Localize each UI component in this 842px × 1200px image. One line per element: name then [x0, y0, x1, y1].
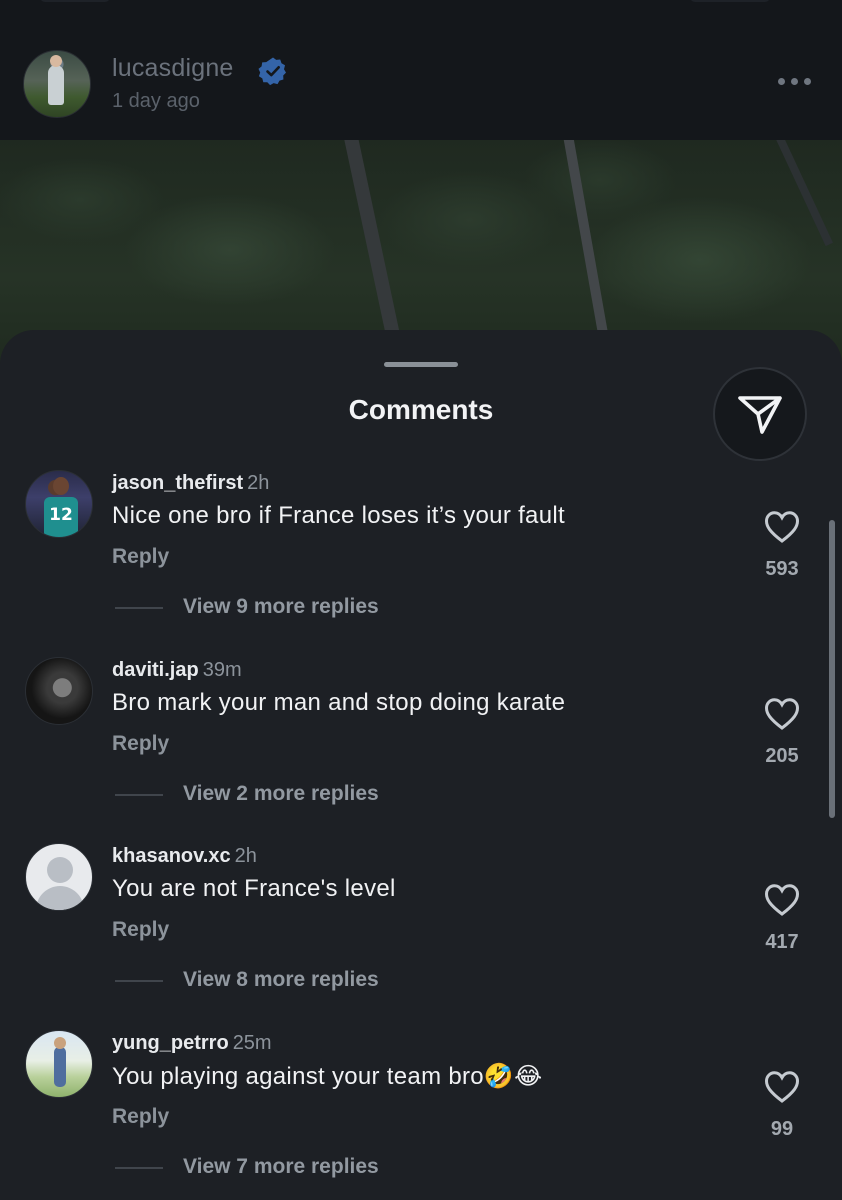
- commenter-avatar[interactable]: [25, 1030, 93, 1098]
- heart-icon[interactable]: [764, 697, 800, 731]
- post-author-avatar[interactable]: [23, 50, 91, 118]
- comment-text: Nice one bro if France loses it’s your f…: [112, 502, 565, 529]
- replies-divider: [115, 980, 163, 982]
- heart-icon[interactable]: [764, 1070, 800, 1104]
- commenter-username[interactable]: jason_thefirst 2h: [112, 472, 269, 495]
- default-avatar-body: [36, 886, 84, 910]
- reply-button[interactable]: Reply: [112, 918, 169, 942]
- replies-divider: [115, 794, 163, 796]
- avatar-jersey: 12: [44, 497, 78, 537]
- heart-icon[interactable]: [764, 510, 800, 544]
- comment-timestamp: 2h: [234, 845, 257, 867]
- verified-badge-icon: [258, 57, 286, 86]
- comment-item: yung_petrro 25m You playing against your …: [0, 1030, 842, 1200]
- commenter-username[interactable]: khasanov.xc 2h: [112, 845, 257, 868]
- view-replies-button[interactable]: View 9 more replies: [183, 595, 379, 619]
- commenter-avatar[interactable]: [25, 843, 93, 911]
- comment-text: You are not France's level: [112, 875, 396, 902]
- view-replies-button[interactable]: View 7 more replies: [183, 1155, 379, 1179]
- view-replies-button[interactable]: View 2 more replies: [183, 782, 379, 806]
- comment-item: 12 jason_thefirst 2h Nice one bro if Fran…: [0, 470, 842, 656]
- reply-button[interactable]: Reply: [112, 1105, 169, 1129]
- like-count: 205: [765, 745, 799, 767]
- more-options-icon[interactable]: [776, 76, 812, 88]
- heart-icon[interactable]: [764, 883, 800, 917]
- sheet-drag-handle[interactable]: [384, 362, 458, 367]
- commenter-username-text: jason_thefirst: [112, 472, 244, 494]
- like-count: 99: [770, 1118, 794, 1140]
- like-count: 417: [765, 931, 799, 953]
- share-button[interactable]: [713, 367, 807, 461]
- replies-divider: [115, 1167, 163, 1169]
- comment-timestamp: 25m: [232, 1032, 272, 1054]
- reply-button[interactable]: Reply: [112, 545, 169, 569]
- commenter-username[interactable]: yung_petrro 25m: [112, 1032, 272, 1055]
- comments-sheet: Comments 12 jason_thefirst 2h Nice one br…: [0, 330, 842, 1200]
- top-strip: [0, 0, 842, 6]
- comment-item: daviti.jap 39m Bro mark your man and stop…: [0, 657, 842, 843]
- commenter-avatar[interactable]: [25, 657, 93, 725]
- commenter-username-text: khasanov.xc: [112, 845, 231, 867]
- comments-scrollbar[interactable]: [829, 520, 835, 818]
- app-screen: lucasdigne 1 day ago Comments 12 jason_t…: [0, 0, 842, 1200]
- comment-timestamp: 2h: [247, 472, 270, 494]
- commenter-username-text: yung_petrro: [112, 1032, 229, 1054]
- avatar-figure: [54, 1047, 66, 1087]
- floodlight-pole: [775, 140, 833, 247]
- top-pill-right: [690, 0, 770, 2]
- default-avatar-head: [47, 857, 73, 883]
- post-header: lucasdigne 1 day ago: [0, 0, 842, 140]
- comment-timestamp: 39m: [202, 659, 242, 681]
- like-count: 593: [765, 558, 799, 580]
- reply-button[interactable]: Reply: [112, 732, 169, 756]
- avatar-head: [53, 477, 69, 495]
- top-pill-left: [40, 0, 110, 2]
- comment-text: Bro mark your man and stop doing karate: [112, 689, 566, 716]
- comment-item: khasanov.xc 2h You are not France's level…: [0, 843, 842, 1029]
- commenter-avatar[interactable]: 12: [25, 470, 93, 538]
- avatar-head: [50, 55, 62, 67]
- view-replies-button[interactable]: View 8 more replies: [183, 968, 379, 992]
- post-author-username[interactable]: lucasdigne: [112, 54, 234, 83]
- post-timestamp: 1 day ago: [112, 90, 200, 112]
- avatar-head: [54, 1037, 66, 1049]
- comment-text: You playing against your team bro🤣😂: [112, 1063, 543, 1090]
- commenter-username-text: daviti.jap: [112, 659, 199, 681]
- paper-plane-icon: [738, 396, 782, 434]
- avatar-figure: [48, 65, 64, 105]
- replies-divider: [115, 607, 163, 609]
- commenter-username[interactable]: daviti.jap 39m: [112, 659, 242, 682]
